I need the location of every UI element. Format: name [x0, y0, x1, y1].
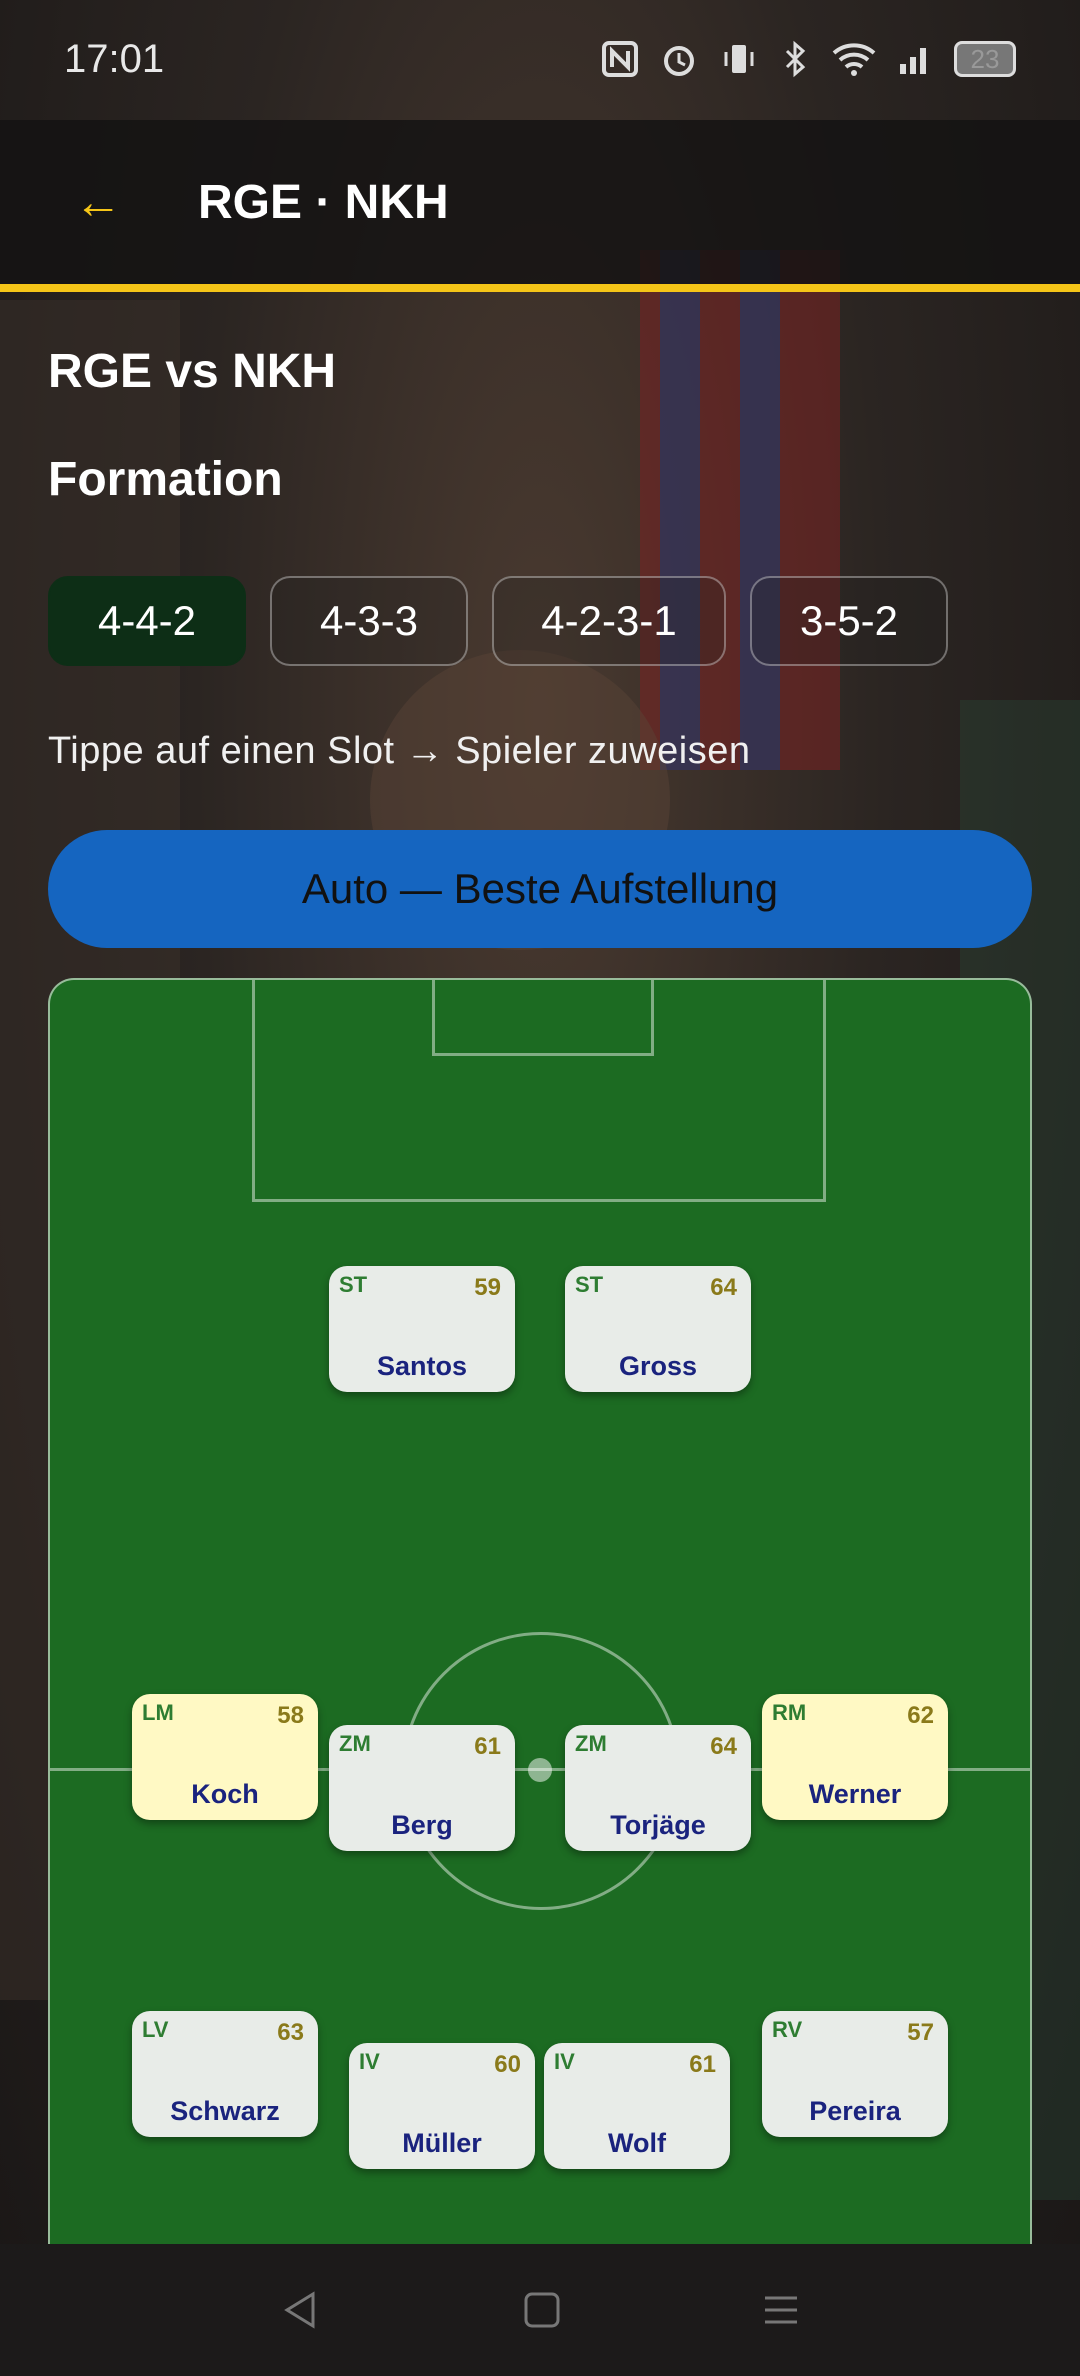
slot-rating: 63	[277, 2019, 304, 2046]
slot-position: ZM	[339, 1731, 371, 1756]
formation-chip-label: 4-4-2	[97, 597, 197, 644]
slot-position: LM	[142, 1700, 174, 1725]
slot-position: ST	[575, 1272, 604, 1297]
slot-player-name: Schwarz	[170, 2096, 280, 2126]
alarm-icon	[664, 46, 694, 76]
slot-player-name: Santos	[376, 1351, 468, 1381]
bluetooth-icon	[785, 40, 806, 78]
slot-player-name: Gross	[618, 1351, 698, 1381]
pitch: ST 59 Santos ST 64 Gross LM 58 Koch ZM 6…	[48, 978, 1032, 2248]
signal-icon	[900, 48, 926, 74]
nav-back-icon[interactable]	[279, 2288, 323, 2332]
player-slot-zm-left[interactable]: ZM 61 Berg	[329, 1725, 515, 1851]
player-slot-iv-left[interactable]: IV 60 Müller	[349, 2043, 535, 2169]
auto-lineup-button[interactable]: Auto — Beste Aufstellung	[48, 830, 1032, 948]
player-slot-lm[interactable]: LM 58 Koch	[132, 1694, 318, 1820]
slot-hint: Tippe auf einen Slot → Spieler zuweisen	[48, 730, 751, 772]
formation-chip-label: 3-5-2	[799, 597, 899, 644]
slot-player-name: Berg	[391, 1810, 453, 1840]
slot-rating: 64	[710, 1274, 737, 1301]
slot-player-name: Müller	[402, 2128, 482, 2158]
formation-heading: Formation	[48, 453, 283, 506]
wifi-icon	[832, 43, 876, 76]
slot-rating: 60	[494, 2051, 521, 2078]
formation-selector: 4-4-2 4-3-3 4-2-3-1 3-5-2	[48, 576, 948, 666]
slot-player-name: Torjäge	[610, 1810, 706, 1840]
slot-position: IV	[359, 2049, 380, 2074]
nav-home-icon[interactable]	[522, 2290, 562, 2330]
slot-rating: 59	[474, 1274, 501, 1301]
app-title: RGE · NKH	[198, 175, 449, 229]
player-slot-zm-right[interactable]: ZM 64 Torjäge	[565, 1725, 751, 1851]
slot-player-name: Werner	[808, 1779, 902, 1809]
slot-player-name: Pereira	[809, 2096, 901, 2126]
slot-player-name: Wolf	[608, 2128, 666, 2158]
formation-chip-label: 4-3-3	[319, 597, 419, 644]
slot-position: RV	[772, 2017, 803, 2042]
slot-rating: 64	[710, 1733, 737, 1760]
player-slot-st-left[interactable]: ST 59 Santos	[329, 1266, 515, 1392]
formation-chip-4-3-3[interactable]: 4-3-3	[270, 576, 468, 666]
slot-position: IV	[554, 2049, 575, 2074]
player-slot-iv-right[interactable]: IV 61 Wolf	[544, 2043, 730, 2169]
slot-position: LV	[142, 2017, 169, 2042]
formation-chip-label: 4-2-3-1	[541, 597, 677, 644]
player-slot-st-right[interactable]: ST 64 Gross	[565, 1266, 751, 1392]
player-slot-lv[interactable]: LV 63 Schwarz	[132, 2011, 318, 2137]
slot-rating: 58	[277, 1702, 304, 1729]
battery-icon: 23	[954, 41, 1016, 77]
formation-chip-4-2-3-1[interactable]: 4-2-3-1	[492, 576, 726, 666]
vibrate-icon	[724, 45, 754, 73]
slot-rating: 61	[474, 1733, 501, 1760]
slot-rating: 62	[907, 1702, 934, 1729]
player-slot-rm[interactable]: RM 62 Werner	[762, 1694, 948, 1820]
slot-rating: 57	[907, 2019, 934, 2046]
formation-chip-4-4-2[interactable]: 4-4-2	[48, 576, 246, 666]
slot-position: RM	[772, 1700, 807, 1725]
system-nav-bar	[0, 2244, 1080, 2376]
player-slot-rv[interactable]: RV 57 Pereira	[762, 2011, 948, 2137]
back-arrow-icon: ←	[74, 175, 122, 229]
slot-position: ST	[339, 1272, 368, 1297]
app-bar: ← RGE · NKH	[0, 120, 1080, 292]
center-spot	[528, 1758, 552, 1782]
nfc-icon	[602, 41, 638, 77]
slot-player-name: Koch	[191, 1779, 259, 1809]
nav-menu-icon[interactable]	[761, 2290, 801, 2330]
goal-area	[432, 980, 654, 1056]
battery-level: 23	[970, 43, 1000, 74]
match-title: RGE vs NKH	[48, 345, 337, 398]
back-button[interactable]: ←	[58, 162, 138, 242]
formation-chip-3-5-2[interactable]: 3-5-2	[750, 576, 948, 666]
status-time: 17:01	[64, 36, 165, 81]
slot-rating: 61	[689, 2051, 716, 2078]
slot-position: ZM	[575, 1731, 607, 1756]
status-bar: 17:01 23	[0, 0, 1080, 118]
